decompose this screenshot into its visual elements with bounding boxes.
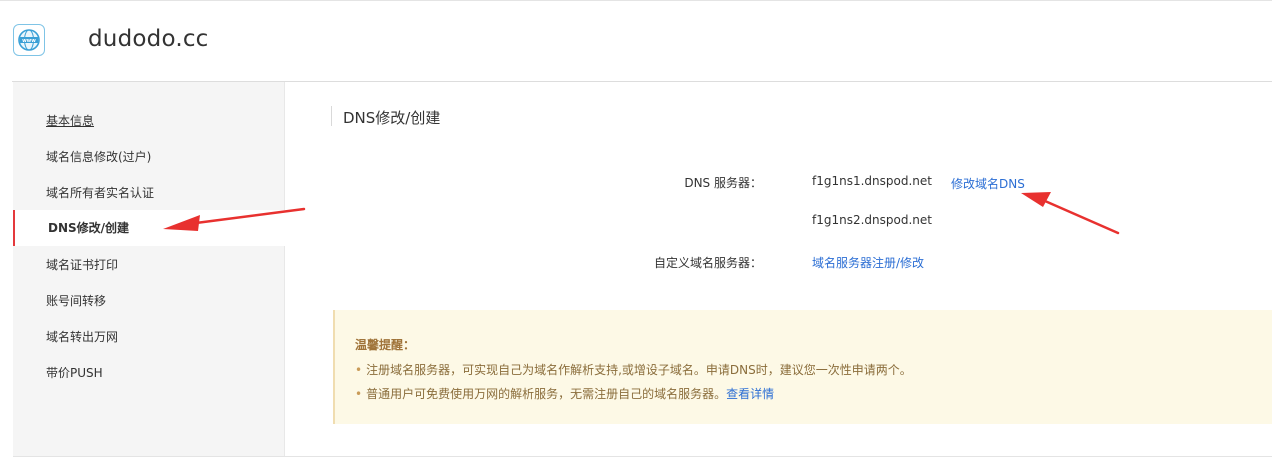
dns-server-1: f1g1ns1.dnspod.net xyxy=(812,174,932,188)
bottom-divider xyxy=(13,456,1272,457)
sidebar-item-basic-info[interactable]: 基本信息 xyxy=(13,103,285,139)
sidebar-item-label: 域名所有者实名认证 xyxy=(46,186,155,200)
www-globe-icon: www xyxy=(13,24,45,56)
sidebar-item-dns-modify[interactable]: DNS修改/创建 xyxy=(13,210,285,246)
notice-box: 温馨提醒： • 注册域名服务器，可实现自己为域名作解析支持,或增设子域名。申请DN… xyxy=(333,310,1272,424)
modify-dns-link[interactable]: 修改域名DNS xyxy=(951,175,1025,192)
main-panel: DNS修改/创建 DNS 服务器： f1g1ns1.dnspod.net 修改域… xyxy=(285,82,1272,456)
dns-server-label: DNS 服务器： xyxy=(684,176,762,190)
sidebar-item-label: 域名证书打印 xyxy=(46,258,119,272)
sidebar-item-label: 域名转出万网 xyxy=(46,330,119,344)
custom-server-link[interactable]: 域名服务器注册/修改 xyxy=(812,254,924,271)
custom-server-label: 自定义域名服务器： xyxy=(653,256,762,270)
sidebar-item-transfer-out[interactable]: 域名转出万网 xyxy=(13,319,285,355)
header: www dudodo.cc xyxy=(0,0,1272,82)
page-title: DNS修改/创建 xyxy=(343,109,441,127)
title-divider xyxy=(331,106,332,126)
svg-text:www: www xyxy=(22,38,36,44)
sidebar-item-label: 域名信息修改(过户) xyxy=(46,150,152,164)
sidebar: 基本信息 域名信息修改(过户) 域名所有者实名认证 DNS修改/创建 域名证书打… xyxy=(13,82,285,456)
sidebar-item-account-transfer[interactable]: 账号间转移 xyxy=(13,283,285,319)
sidebar-item-label: DNS修改/创建 xyxy=(48,221,130,235)
sidebar-item-label: 带价PUSH xyxy=(46,366,103,380)
sidebar-item-push[interactable]: 带价PUSH xyxy=(13,355,285,391)
dns-server-2: f1g1ns2.dnspod.net xyxy=(812,213,932,227)
sidebar-item-label: 账号间转移 xyxy=(46,294,107,308)
notice-line-2: • 普通用户可免费使用万网的解析服务，无需注册自己的域名服务器。查看详情 xyxy=(355,385,774,402)
notice-text: 注册域名服务器，可实现自己为域名作解析支持,或增设子域名。申请DNS时，建议您一… xyxy=(366,363,912,377)
sidebar-item-certificate-print[interactable]: 域名证书打印 xyxy=(13,247,285,283)
sidebar-item-domain-info-modify[interactable]: 域名信息修改(过户) xyxy=(13,139,285,175)
sidebar-item-label: 基本信息 xyxy=(46,114,95,128)
content-layout: 基本信息 域名信息修改(过户) 域名所有者实名认证 DNS修改/创建 域名证书打… xyxy=(13,82,1272,456)
active-indicator xyxy=(13,210,15,246)
notice-text: 普通用户可免费使用万网的解析服务，无需注册自己的域名服务器。 xyxy=(366,387,727,401)
bullet: • xyxy=(355,387,363,401)
domain-title: dudodo.cc xyxy=(88,26,209,52)
header-top-divider xyxy=(0,0,1272,1)
notice-title: 温馨提醒： xyxy=(355,338,416,352)
bullet: • xyxy=(355,363,363,377)
view-details-link[interactable]: 查看详情 xyxy=(726,387,774,401)
notice-line-1: • 注册域名服务器，可实现自己为域名作解析支持,或增设子域名。申请DNS时，建议您… xyxy=(355,361,912,378)
sidebar-item-owner-verification[interactable]: 域名所有者实名认证 xyxy=(13,175,285,211)
